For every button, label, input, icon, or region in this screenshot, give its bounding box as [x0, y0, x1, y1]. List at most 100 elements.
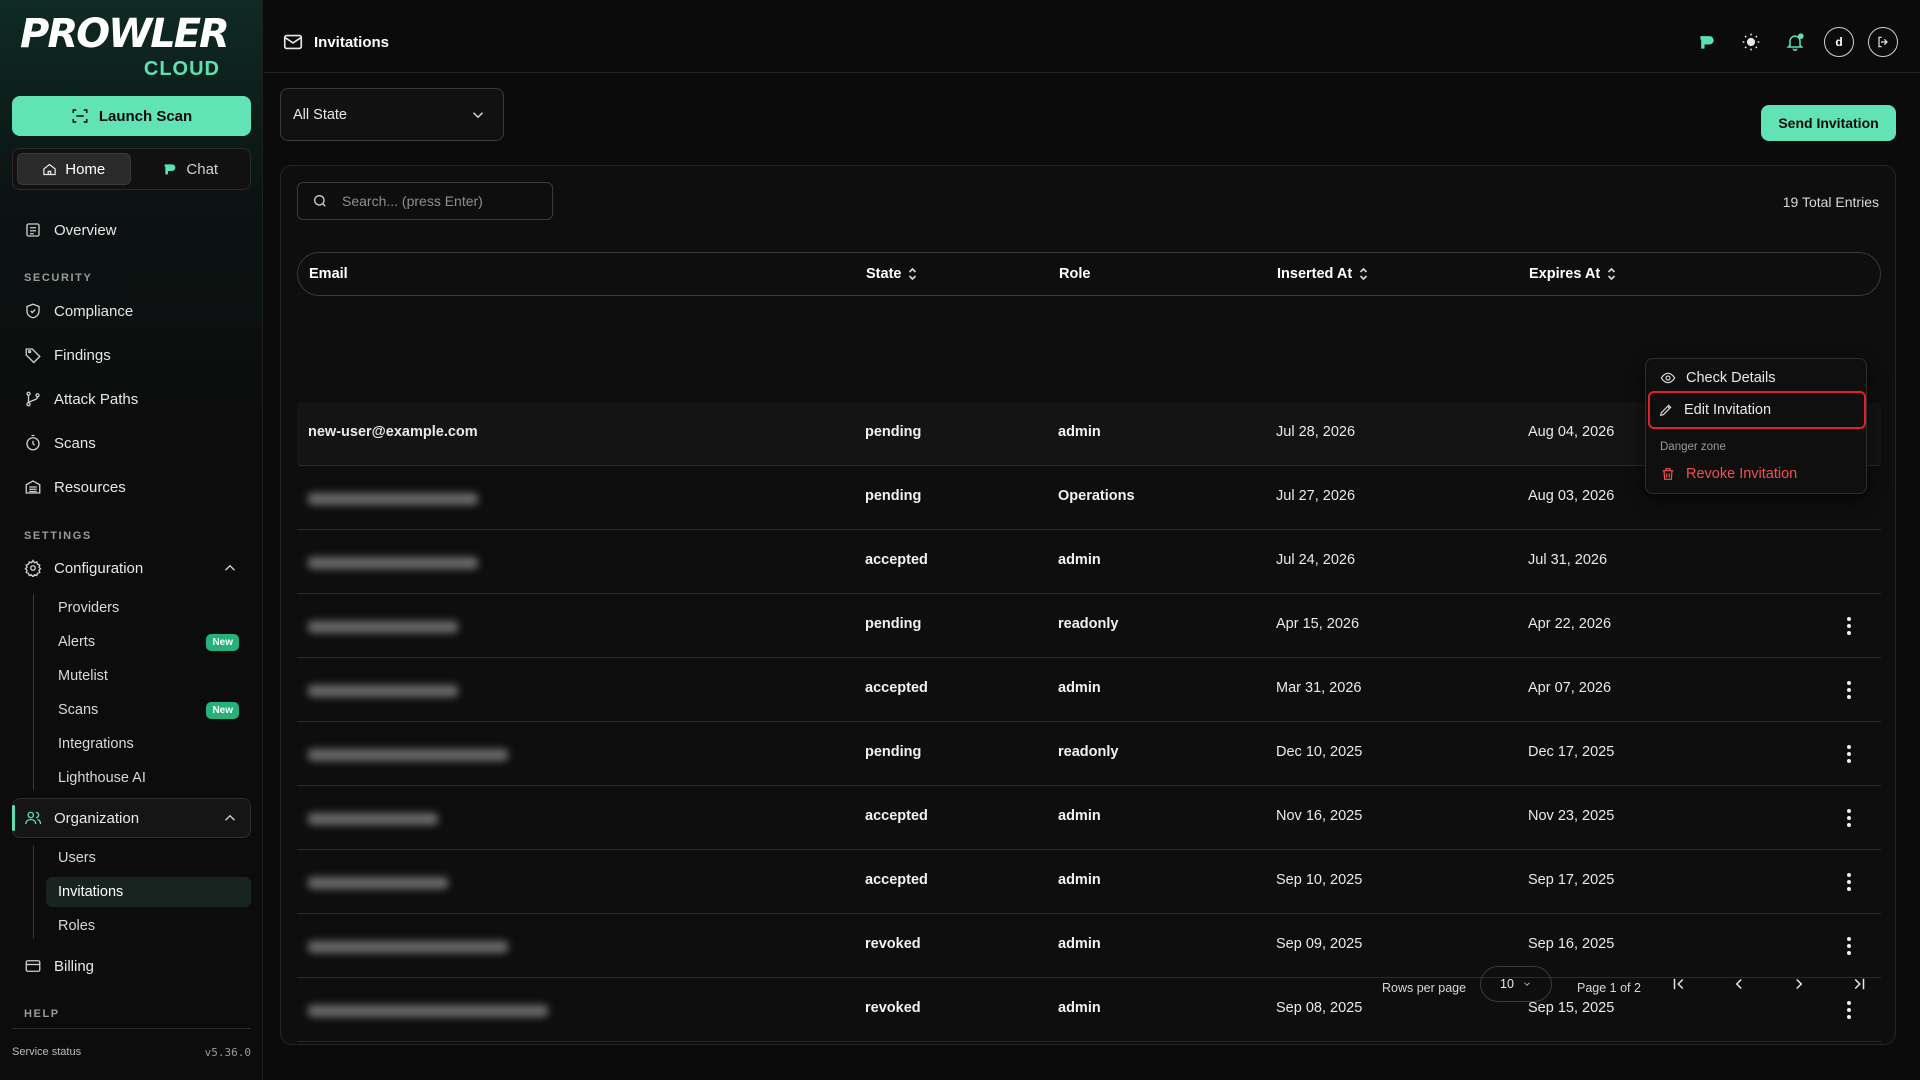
- service-status-link[interactable]: Service status: [12, 1046, 81, 1059]
- sidebar-item-integrations[interactable]: Integrations: [46, 729, 251, 759]
- scan-icon: [72, 109, 88, 123]
- table-row[interactable]: accepted admin Sep 10, 2025 Sep 17, 2025: [297, 850, 1881, 914]
- nav-billing-label: Billing: [54, 957, 95, 975]
- table-row[interactable]: pending Operations Jul 27, 2026 Aug 03, 202…: [297, 466, 1881, 530]
- row-actions-button[interactable]: [1837, 740, 1861, 768]
- table-row[interactable]: revoked admin Sep 09, 2025 Sep 16, 2025: [297, 914, 1881, 978]
- first-page-button[interactable]: [1666, 971, 1692, 997]
- state-cell: accepted: [865, 872, 928, 888]
- sidebar-item-roles[interactable]: Roles: [46, 911, 251, 941]
- state-filter-value: All State: [293, 106, 347, 123]
- table-row[interactable]: pending readonly Dec 10, 2025 Dec 17, 2025: [297, 722, 1881, 786]
- edit-invitation-menu-item[interactable]: Edit Invitation: [1648, 391, 1866, 429]
- inserted-at-cell: Sep 10, 2025: [1276, 872, 1363, 888]
- sidebar-item-lighthouse-ai[interactable]: Lighthouse AI: [46, 763, 251, 793]
- table-row[interactable]: revoked admin Sep 08, 2025 Sep 15, 2025: [297, 978, 1881, 1042]
- avatar[interactable]: d: [1824, 27, 1854, 57]
- nav-scans[interactable]: Scans: [24, 431, 96, 455]
- launch-scan-button[interactable]: Launch Scan: [12, 96, 251, 136]
- settings-section-label: SETTINGS: [24, 530, 92, 542]
- col-inserted-at[interactable]: Inserted At: [1277, 266, 1369, 282]
- nav-configuration-label: Configuration: [54, 559, 144, 577]
- page-title-text: Invitations: [314, 33, 390, 51]
- nav-overview-label: Overview: [54, 221, 117, 239]
- warehouse-icon: [25, 480, 41, 494]
- last-page-button[interactable]: [1846, 971, 1872, 997]
- row-actions-button[interactable]: [1837, 676, 1861, 704]
- role-cell: admin: [1058, 1000, 1101, 1016]
- chevron-down-icon: [472, 111, 484, 118]
- nav-configuration[interactable]: Configuration: [24, 556, 239, 580]
- table-row[interactable]: accepted admin Jul 24, 2026 Jul 31, 2026: [297, 530, 1881, 594]
- table-row[interactable]: accepted admin Mar 31, 2026 Apr 07, 2026: [297, 658, 1881, 722]
- nav-overview[interactable]: Overview: [24, 218, 117, 242]
- sidebar-item-users[interactable]: Users: [46, 843, 251, 873]
- scans-config-label: Scans: [58, 702, 99, 718]
- git-branch-icon: [26, 391, 40, 407]
- credit-card-icon: [25, 960, 41, 972]
- tab-chat[interactable]: Chat: [135, 153, 247, 185]
- col-expires-at[interactable]: Expires At: [1529, 266, 1617, 282]
- chevrons-last-icon: [1854, 978, 1865, 990]
- col-state[interactable]: State: [866, 266, 918, 282]
- notifications-button[interactable]: [1780, 27, 1810, 57]
- theme-toggle-button[interactable]: [1736, 27, 1766, 57]
- revoke-invitation-menu-item[interactable]: Revoke Invitation: [1652, 459, 1862, 489]
- prev-page-button[interactable]: [1726, 971, 1752, 997]
- overview-icon: [26, 223, 40, 237]
- nav-findings-label: Findings: [54, 346, 111, 364]
- send-invitation-button[interactable]: Send Invitation: [1761, 105, 1896, 141]
- role-cell: readonly: [1058, 616, 1119, 632]
- lighthouse-button[interactable]: [1692, 27, 1722, 57]
- role-cell: admin: [1058, 936, 1101, 952]
- users-icon: [25, 811, 42, 825]
- search-box: [297, 182, 553, 220]
- row-actions-button[interactable]: [1837, 932, 1861, 960]
- row-actions-menu: Check Details Edit Invitation Danger zon…: [1645, 358, 1867, 494]
- table-row[interactable]: new-user@example.com pending admin Jul 28, …: [297, 402, 1881, 466]
- row-actions-button[interactable]: [1837, 996, 1861, 1024]
- sidebar-item-scans-config[interactable]: Scans New: [46, 695, 251, 725]
- nav-findings[interactable]: Findings: [24, 343, 111, 367]
- sidebar-item-invitations[interactable]: Invitations: [46, 877, 251, 907]
- state-filter-select[interactable]: All State: [280, 88, 504, 141]
- expires-at-cell: Sep 17, 2025: [1528, 872, 1615, 888]
- row-actions-button[interactable]: [1837, 804, 1861, 832]
- check-details-label: Check Details: [1686, 370, 1776, 386]
- nav-resources[interactable]: Resources: [24, 475, 126, 499]
- search-input[interactable]: [342, 193, 532, 209]
- sidebar-item-providers[interactable]: Providers: [46, 593, 251, 623]
- table-row[interactable]: pending readonly Apr 15, 2026 Apr 22, 2026: [297, 594, 1881, 658]
- row-actions-button[interactable]: [1837, 868, 1861, 896]
- logout-button[interactable]: [1868, 27, 1898, 57]
- nav-compliance[interactable]: Compliance: [24, 299, 133, 323]
- row-actions-button[interactable]: [1837, 612, 1861, 640]
- sidebar: PROWLER CLOUD Launch Scan Home Chat Over…: [0, 0, 263, 1080]
- bell-icon: [1786, 33, 1804, 52]
- nav-compliance-label: Compliance: [54, 302, 134, 320]
- nav-organization-label: Organization: [54, 809, 140, 827]
- prowler-logo[interactable]: PROWLER CLOUD: [20, 14, 230, 84]
- nav-organization[interactable]: Organization: [24, 806, 239, 830]
- page-title: Invitations: [282, 31, 389, 53]
- config-tree-line: [33, 594, 34, 790]
- expires-at-cell: Aug 03, 2026: [1528, 488, 1615, 504]
- next-page-button[interactable]: [1786, 971, 1812, 997]
- rows-per-page-select[interactable]: 10: [1480, 966, 1552, 1002]
- nav-attack-paths[interactable]: Attack Paths: [24, 387, 138, 411]
- version-label: v5.36.0: [204, 1046, 251, 1059]
- role-cell: admin: [1058, 552, 1101, 568]
- check-details-menu-item[interactable]: Check Details: [1652, 363, 1862, 393]
- rows-per-page-label: Rows per page: [1382, 981, 1467, 995]
- eye-icon: [1660, 372, 1676, 384]
- tab-home[interactable]: Home: [17, 153, 131, 185]
- mail-icon: [283, 34, 303, 50]
- sidebar-item-mutelist[interactable]: Mutelist: [46, 661, 251, 691]
- logo-cloud-label: CLOUD: [143, 58, 220, 80]
- sidebar-item-alerts[interactable]: Alerts New: [46, 627, 251, 657]
- sun-icon: [1742, 33, 1760, 51]
- nav-billing[interactable]: Billing: [24, 954, 94, 978]
- table-row[interactable]: accepted admin Nov 16, 2025 Nov 23, 2025: [297, 786, 1881, 850]
- table-header: Email State Role Inserted At Expires At: [297, 252, 1881, 296]
- sort-icon: [909, 267, 917, 281]
